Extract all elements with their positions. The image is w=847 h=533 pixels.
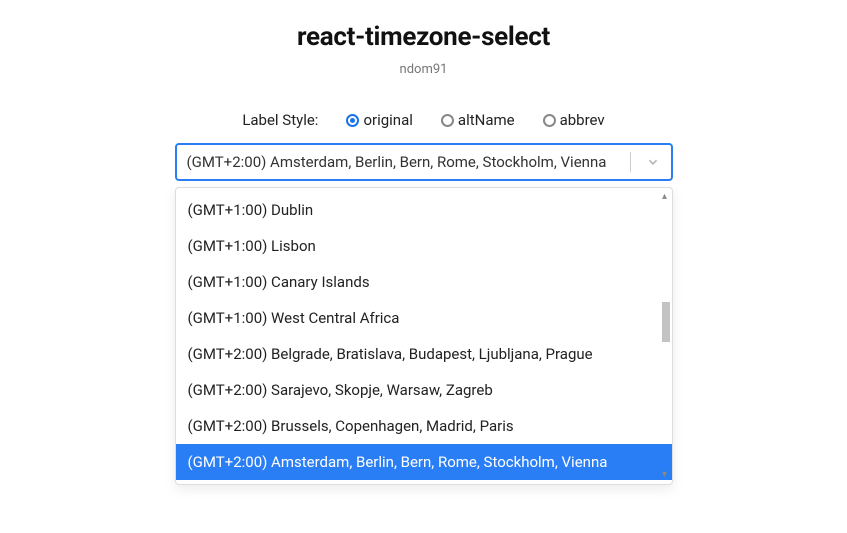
radio-label: original [363,111,412,129]
radio-altname[interactable]: altName [441,111,515,129]
radio-original[interactable]: original [346,111,412,129]
radio-dot-icon [543,114,556,127]
chevron-down-icon[interactable] [635,153,671,171]
scrollbar-thumb[interactable] [662,302,670,342]
timezone-select: (GMT+2:00) Amsterdam, Berlin, Bern, Rome… [175,143,673,181]
radio-dot-icon [441,114,454,127]
radio-label: abbrev [560,111,605,129]
timezone-option[interactable]: (GMT+1:00) Lisbon [176,228,672,264]
radio-abbrev[interactable]: abbrev [543,111,605,129]
radio-dot-icon [346,114,359,127]
timezone-option[interactable]: (GMT+1:00) Canary Islands [176,264,672,300]
scroll-down-icon[interactable]: ▾ [660,470,670,480]
page-title: react-timezone-select [297,22,550,52]
label-style-group: Label Style: original altName abbrev [242,111,604,129]
author-label: ndom91 [400,62,448,77]
timezone-option[interactable]: (GMT+2:00) Amsterdam, Berlin, Bern, Rome… [176,444,672,480]
timezone-option-list[interactable]: (GMT+1:00) Dublin (GMT+1:00) Lisbon (GMT… [176,188,672,484]
timezone-option[interactable]: (GMT+2:00) Brussels, Copenhagen, Madrid,… [176,408,672,444]
timezone-selected-value: (GMT+2:00) Amsterdam, Berlin, Bern, Rome… [187,153,626,171]
timezone-dropdown-menu: (GMT+1:00) Dublin (GMT+1:00) Lisbon (GMT… [175,187,673,485]
timezone-select-control[interactable]: (GMT+2:00) Amsterdam, Berlin, Bern, Rome… [175,143,673,181]
scrollbar-track[interactable]: ▴ ▾ [660,194,670,478]
timezone-option[interactable]: (GMT+1:00) West Central Africa [176,300,672,336]
timezone-option[interactable]: (GMT+2:00) Sarajevo, Skopje, Warsaw, Zag… [176,372,672,408]
timezone-option[interactable]: (GMT+2:00) Belgrade, Bratislava, Budapes… [176,336,672,372]
timezone-option[interactable]: (GMT+1:00) Dublin [176,192,672,228]
select-separator [630,152,631,172]
label-style-caption: Label Style: [242,111,318,129]
radio-label: altName [458,111,515,129]
scroll-up-icon[interactable]: ▴ [660,192,670,202]
